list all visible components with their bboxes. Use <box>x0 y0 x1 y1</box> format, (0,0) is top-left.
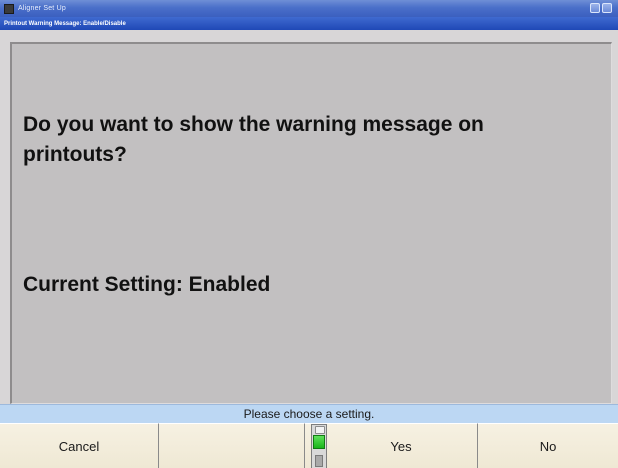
main-content-panel <box>10 42 612 404</box>
content-frame-top <box>0 30 618 42</box>
cancel-button-label: Cancel <box>58 438 100 454</box>
screen-subtitle-bar: Printout Warning Message: Enable/Disable <box>0 17 618 30</box>
yes-button[interactable]: Yes <box>305 423 478 468</box>
cancel-button[interactable]: Cancel <box>0 423 159 468</box>
indicator-cap <box>315 426 325 434</box>
current-setting-text: Current Setting: Enabled <box>23 273 271 296</box>
indicator-foot <box>315 455 323 467</box>
aligner-window: Aligner Set Up Printout Warning Message:… <box>0 0 618 468</box>
content-frame-right <box>612 30 618 404</box>
app-icon <box>4 3 14 14</box>
no-button-label: No <box>539 438 557 454</box>
window-title: Aligner Set Up <box>18 5 66 12</box>
maximize-icon[interactable] <box>602 3 612 13</box>
function-key-bar: Cancel Yes No <box>0 423 618 468</box>
minimize-icon[interactable] <box>590 3 600 13</box>
blank-function-key[interactable] <box>159 423 305 468</box>
window-title-bar: Aligner Set Up <box>0 0 618 17</box>
no-button[interactable]: No <box>478 423 618 468</box>
question-text: Do you want to show the warning message … <box>23 113 484 166</box>
status-message: Please choose a setting. <box>243 407 375 421</box>
indicator-led <box>313 435 325 449</box>
window-controls <box>590 3 612 13</box>
content-frame-left <box>0 30 10 404</box>
selection-indicator-icon <box>311 424 327 468</box>
screen-subtitle: Printout Warning Message: Enable/Disable <box>4 20 126 27</box>
status-bar: Please choose a setting. <box>0 404 618 423</box>
yes-button-label: Yes <box>390 438 412 454</box>
